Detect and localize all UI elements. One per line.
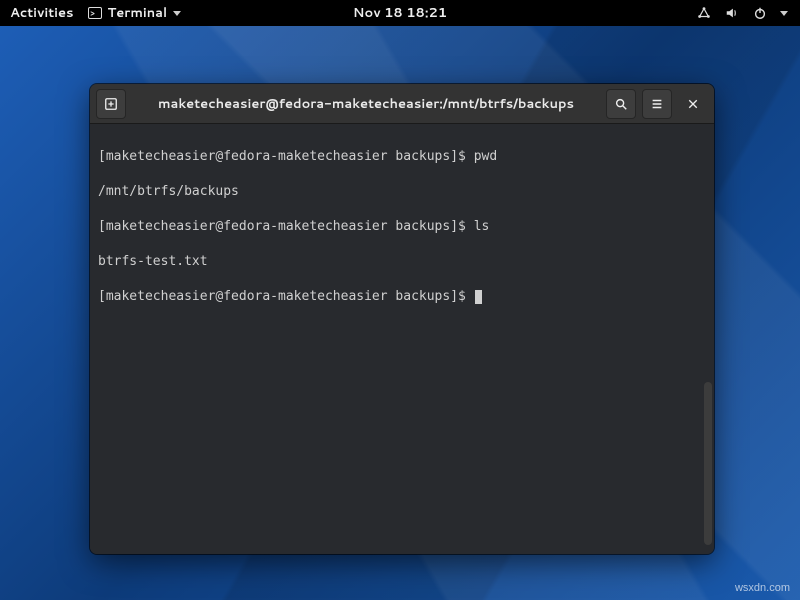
chevron-down-icon bbox=[173, 11, 181, 16]
prompt: [maketecheasier@fedora-maketecheasier ba… bbox=[98, 149, 474, 164]
terminal-icon bbox=[88, 7, 102, 19]
volume-icon bbox=[724, 5, 740, 21]
cursor bbox=[475, 290, 482, 304]
activities-button[interactable]: Activities bbox=[10, 4, 74, 22]
close-button[interactable] bbox=[678, 89, 708, 119]
clock[interactable]: Nov 18 18:21 bbox=[353, 4, 447, 22]
chevron-down-icon bbox=[780, 11, 788, 16]
terminal-content[interactable]: [maketecheasier@fedora-maketecheasier ba… bbox=[90, 124, 714, 554]
terminal-line: [maketecheasier@fedora-maketecheasier ba… bbox=[98, 148, 706, 166]
terminal-output: /mnt/btrfs/backups bbox=[98, 183, 706, 201]
terminal-line: [maketecheasier@fedora-maketecheasier ba… bbox=[98, 218, 706, 236]
window-titlebar[interactable]: maketecheasier@fedora-maketecheasier:/mn… bbox=[90, 84, 714, 124]
command: ls bbox=[474, 219, 490, 234]
top-panel: Activities Terminal Nov 18 18:21 bbox=[0, 0, 800, 26]
app-menu-label: Terminal bbox=[108, 4, 168, 22]
terminal-output: btrfs-test.txt bbox=[98, 253, 706, 271]
menu-button[interactable] bbox=[642, 89, 672, 119]
terminal-window: maketecheasier@fedora-maketecheasier:/mn… bbox=[90, 84, 714, 554]
window-title: maketecheasier@fedora-maketecheasier:/mn… bbox=[132, 95, 600, 113]
network-icon bbox=[696, 5, 712, 21]
app-menu[interactable]: Terminal bbox=[88, 4, 182, 22]
new-tab-button[interactable] bbox=[96, 89, 126, 119]
scrollbar[interactable] bbox=[704, 382, 712, 545]
command: pwd bbox=[474, 149, 497, 164]
watermark: wsxdn.com bbox=[735, 582, 790, 594]
prompt: [maketecheasier@fedora-maketecheasier ba… bbox=[98, 219, 474, 234]
power-icon bbox=[752, 5, 768, 21]
terminal-line: [maketecheasier@fedora-maketecheasier ba… bbox=[98, 288, 706, 306]
prompt: [maketecheasier@fedora-maketecheasier ba… bbox=[98, 289, 474, 304]
system-tray[interactable] bbox=[696, 5, 800, 21]
search-button[interactable] bbox=[606, 89, 636, 119]
